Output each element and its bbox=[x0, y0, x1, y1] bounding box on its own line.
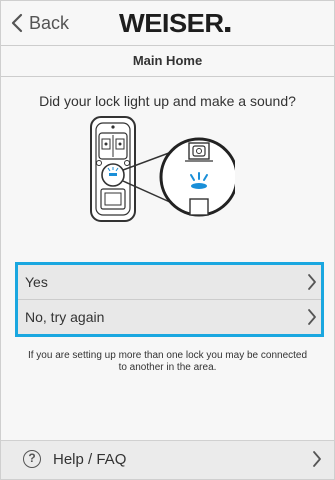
yes-option-label: Yes bbox=[25, 274, 48, 290]
chevron-left-icon bbox=[11, 13, 23, 33]
chevron-right-icon bbox=[308, 274, 316, 290]
logo-dot bbox=[224, 27, 230, 32]
try-again-option[interactable]: No, try again bbox=[18, 300, 321, 334]
title-divider bbox=[1, 76, 334, 77]
page-title: Main Home bbox=[132, 53, 203, 68]
back-label: Back bbox=[29, 12, 70, 33]
help-faq-label: Help / FAQ bbox=[53, 451, 127, 468]
lock-light-illustration bbox=[85, 111, 239, 241]
brand-name: WEISER bbox=[119, 8, 224, 38]
try-again-option-label: No, try again bbox=[25, 309, 105, 325]
brand-logo: WEISER bbox=[119, 8, 230, 39]
help-icon: ? bbox=[23, 450, 41, 468]
setup-question: Did your lock light up and make a sound? bbox=[39, 93, 296, 109]
top-navigation-bar: Back WEISER bbox=[1, 1, 334, 45]
multiple-locks-note: If you are setting up more than one lock… bbox=[27, 350, 308, 373]
yes-option[interactable]: Yes bbox=[18, 265, 321, 299]
app-screen: Back WEISER Main Home Did your lock ligh… bbox=[0, 0, 335, 480]
chevron-right-icon bbox=[313, 451, 321, 467]
chevron-right-icon bbox=[308, 309, 316, 325]
back-button[interactable]: Back bbox=[11, 11, 69, 35]
help-faq-row[interactable]: ? Help / FAQ bbox=[1, 440, 334, 479]
answer-options: Yes No, try again bbox=[15, 262, 324, 337]
